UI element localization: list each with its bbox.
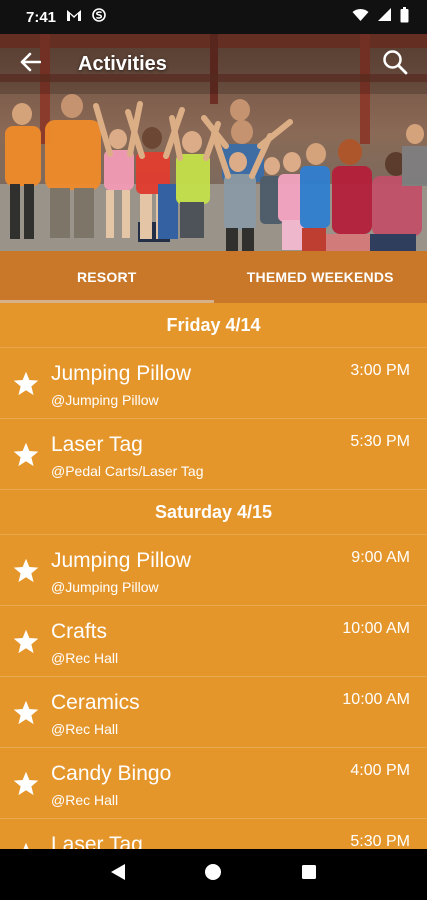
activity-location: @Jumping Pillow <box>51 392 159 408</box>
s-icon <box>92 8 106 26</box>
activity-name: Jumping Pillow <box>51 362 192 385</box>
activity-item[interactable]: Laser Tag 5:30 PM <box>0 819 427 849</box>
status-time: 7:41 <box>26 8 57 26</box>
activity-name: Candy Bingo <box>51 762 172 785</box>
star-icon[interactable] <box>12 628 40 656</box>
app-toolbar: Activities <box>0 34 427 94</box>
tab-themed-weekends[interactable]: THEMED WEEKENDS <box>214 251 427 303</box>
day-header: Friday 4/14 <box>0 303 427 348</box>
activity-location: @Rec Hall <box>51 650 119 666</box>
activity-location: @Rec Hall <box>51 721 119 737</box>
star-icon[interactable] <box>12 370 40 398</box>
activity-item[interactable]: Crafts @Rec Hall 10:00 AM <box>0 606 427 677</box>
activity-location: @Jumping Pillow <box>51 579 159 595</box>
star-icon[interactable] <box>12 557 40 585</box>
status-bar: 7:41 <box>0 0 427 34</box>
activity-name: Laser Tag <box>51 833 143 849</box>
star-icon[interactable] <box>12 841 40 849</box>
signal-icon <box>377 7 392 27</box>
activity-name: Crafts <box>51 620 108 643</box>
home-circle-icon <box>204 863 222 886</box>
star-icon[interactable] <box>12 699 40 727</box>
search-icon <box>382 49 408 80</box>
activity-item[interactable]: Ceramics @Rec Hall 10:00 AM <box>0 677 427 748</box>
recents-square-icon <box>301 864 317 885</box>
activity-time: 10:00 AM <box>342 620 410 637</box>
activity-time: 5:30 PM <box>350 433 410 450</box>
wifi-icon <box>352 8 369 27</box>
activity-location: @Pedal Carts/Laser Tag <box>51 463 204 479</box>
gmail-icon <box>66 9 82 26</box>
page-title: Activities <box>78 52 167 75</box>
search-button[interactable] <box>371 40 419 88</box>
activity-item[interactable]: Jumping Pillow @Jumping Pillow 3:00 PM <box>0 348 427 419</box>
activity-item[interactable]: Candy Bingo @Rec Hall 4:00 PM <box>0 748 427 819</box>
activity-name: Ceramics <box>51 691 140 714</box>
activity-list: Friday 4/14 Jumping Pillow @Jumping Pill… <box>0 303 427 849</box>
tab-resort[interactable]: RESORT <box>0 251 214 303</box>
activity-time: 5:30 PM <box>350 833 410 849</box>
nav-back-button[interactable] <box>98 855 138 895</box>
arrow-back-icon <box>19 52 42 77</box>
day-header: Saturday 4/15 <box>0 490 427 535</box>
activity-time: 3:00 PM <box>350 362 410 379</box>
activity-name: Laser Tag <box>51 433 143 456</box>
activity-location: @Rec Hall <box>51 792 119 808</box>
tab-bar: RESORT THEMED WEEKENDS <box>0 251 427 303</box>
nav-recents-button[interactable] <box>289 855 329 895</box>
activity-name: Jumping Pillow <box>51 549 192 572</box>
activity-item[interactable]: Jumping Pillow @Jumping Pillow 9:00 AM <box>0 535 427 606</box>
star-icon[interactable] <box>12 770 40 798</box>
activity-time: 10:00 AM <box>342 691 410 708</box>
activity-item[interactable]: Laser Tag @Pedal Carts/Laser Tag 5:30 PM <box>0 419 427 490</box>
system-nav-bar <box>0 849 427 900</box>
activity-time: 4:00 PM <box>350 762 410 779</box>
back-triangle-icon <box>110 863 126 886</box>
star-icon[interactable] <box>12 441 40 469</box>
back-button[interactable] <box>0 34 60 94</box>
battery-icon <box>400 6 409 28</box>
nav-home-button[interactable] <box>193 855 233 895</box>
activity-time: 9:00 AM <box>351 549 410 566</box>
